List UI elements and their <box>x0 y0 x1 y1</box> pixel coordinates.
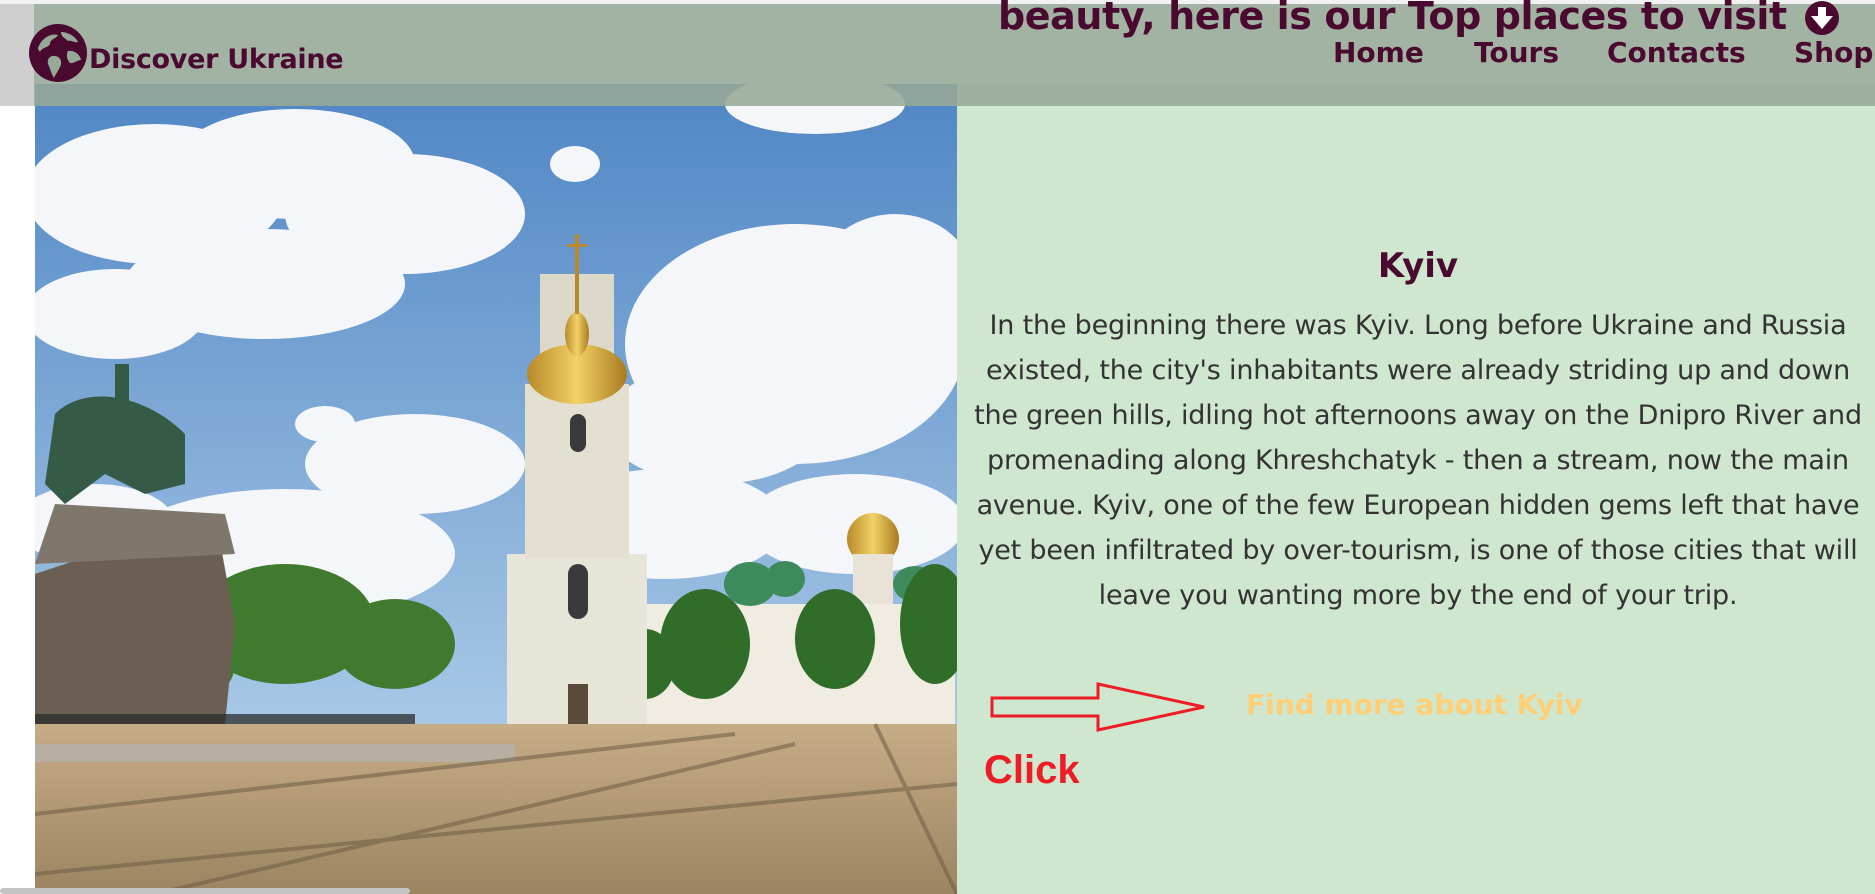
kyiv-photo <box>35 84 957 894</box>
site-header: Discover Ukraine beauty, here is our Top… <box>0 0 1875 106</box>
nav-home[interactable]: Home <box>1333 36 1424 69</box>
horizontal-scrollbar[interactable] <box>0 888 410 894</box>
globe-icon[interactable] <box>28 23 88 83</box>
nav-contacts[interactable]: Contacts <box>1607 36 1746 69</box>
click-annotation: Click <box>984 748 1080 792</box>
brand-name[interactable]: Discover Ukraine <box>89 44 344 75</box>
arrow-down-circle-icon[interactable] <box>1802 0 1842 36</box>
place-title: Kyiv <box>1377 246 1459 286</box>
nav-tours[interactable]: Tours <box>1474 36 1559 69</box>
nav-shop[interactable]: Shop <box>1794 36 1873 69</box>
header-tagline: beauty, here is our Top places to visit <box>998 0 1787 38</box>
find-more-link[interactable]: Find more about Kyiv <box>1246 688 1583 721</box>
arrow-right-icon <box>990 682 1205 732</box>
place-description: In the beginning there was Kyiv. Long be… <box>974 310 1862 611</box>
